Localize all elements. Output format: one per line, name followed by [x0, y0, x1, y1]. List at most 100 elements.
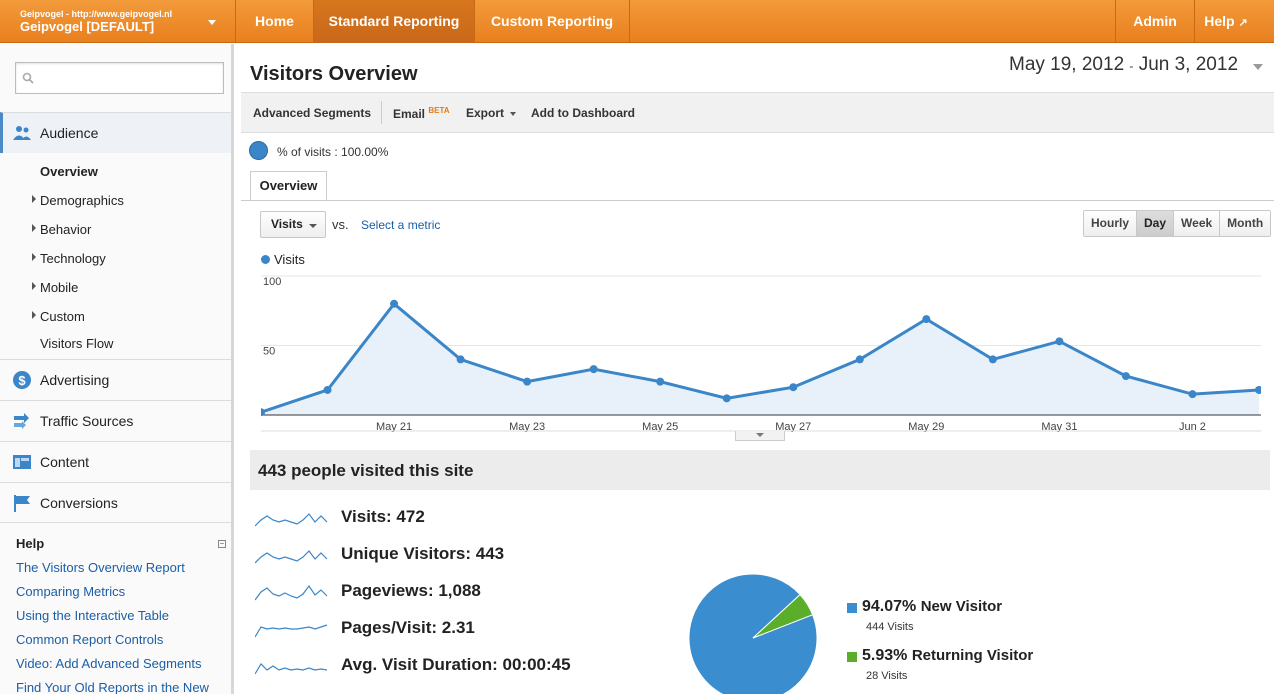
chevron-down-icon	[208, 20, 216, 25]
nav-tab-custom-reporting[interactable]: Custom Reporting	[475, 0, 630, 43]
svg-text:$: $	[18, 373, 26, 388]
chart-collapse-handle[interactable]	[735, 431, 785, 441]
sidebar-item-content[interactable]: Content	[0, 441, 231, 482]
segment-pie-icon	[249, 141, 268, 160]
help-link-report-controls[interactable]: Common Report Controls	[16, 632, 163, 647]
legend-name: Returning Visitor	[911, 647, 1034, 664]
search-icon	[22, 72, 34, 84]
sidebar-subitem-behavior[interactable]: Behavior	[40, 222, 91, 237]
account-selector[interactable]: Geipvogel - http://www.geipvogel.nl Geip…	[0, 0, 236, 43]
expand-triangle-icon	[32, 195, 36, 203]
date-range-picker[interactable]: May 19, 2012 - Jun 3, 2012	[1009, 54, 1263, 81]
sparkline	[255, 663, 328, 675]
granularity-hourly[interactable]: Hourly	[1084, 211, 1138, 236]
visits-line-chart[interactable]: 10050May 21 May 23 May 25 May 27 May 29 May 3…	[261, 272, 1261, 432]
external-link-icon: ↗	[1238, 17, 1248, 29]
export-button[interactable]: Export	[466, 106, 517, 120]
tab-overview[interactable]: Overview	[250, 171, 327, 201]
tab-divider	[241, 200, 1274, 201]
legend-visits: 28 Visits	[866, 670, 908, 682]
chevron-down-icon	[1253, 64, 1263, 70]
data-point	[1121, 372, 1130, 381]
date-start: May 19, 2012	[1009, 54, 1125, 75]
series-area	[261, 303, 1259, 415]
collapse-icon[interactable]: −	[218, 540, 226, 548]
pie-slice[interactable]	[688, 573, 818, 694]
granularity-week[interactable]: Week	[1174, 211, 1221, 236]
x-tick-label: May 31	[1041, 421, 1077, 432]
granularity-month[interactable]: Month	[1220, 211, 1271, 236]
search-input[interactable]	[15, 62, 224, 94]
sidebar-item-audience[interactable]: Audience	[0, 112, 231, 153]
sidebar-item-label: Advertising	[40, 372, 110, 388]
nav-tab-home[interactable]: Home	[236, 0, 314, 43]
metric-label: Pages/Visit: 2.31	[341, 618, 475, 637]
sidebar-item-label: Traffic Sources	[40, 413, 134, 429]
sidebar-subitem-custom[interactable]: Custom	[40, 309, 85, 324]
x-tick-label: May 23	[509, 421, 545, 432]
advanced-segments-button[interactable]: Advanced Segments	[253, 106, 371, 120]
data-point	[456, 355, 465, 364]
sidebar-item-advertising[interactable]: $ Advertising	[0, 359, 231, 400]
summary-header: 443 people visited this site	[250, 450, 1270, 490]
help-link-comparing-metrics[interactable]: Comparing Metrics	[16, 584, 125, 599]
data-point	[656, 377, 665, 386]
help-link[interactable]: Help ↗	[1196, 0, 1256, 43]
data-point	[722, 394, 731, 403]
sidebar-item-conversions[interactable]: Conversions	[0, 482, 231, 523]
email-label: Email	[393, 107, 426, 121]
x-tick-label: May 21	[376, 421, 412, 432]
legend-item: 94.07% New Visitor	[862, 598, 1002, 616]
nav-tab-standard-reporting[interactable]: Standard Reporting	[314, 0, 475, 43]
metric-label: Pageviews: 1,088	[341, 581, 481, 600]
granularity-day[interactable]: Day	[1137, 211, 1175, 236]
legend-percent: 94.07%	[862, 598, 917, 615]
email-button[interactable]: Email BETA	[393, 106, 450, 121]
expand-triangle-icon	[32, 282, 36, 290]
top-navigation-bar: Geipvogel - http://www.geipvogel.nl Geip…	[0, 0, 1274, 43]
sparkline	[255, 584, 328, 601]
admin-link[interactable]: Admin	[1115, 0, 1195, 43]
report-toolbar: Advanced Segments Email BETA Export Add …	[241, 92, 1274, 133]
visitor-type-pie-chart[interactable]	[687, 572, 819, 694]
main-content: Visitors Overview May 19, 2012 - Jun 3, …	[237, 44, 1274, 694]
metric-dropdown-label: Visits	[271, 217, 303, 231]
help-link-video-segments[interactable]: Video: Add Advanced Segments	[16, 656, 202, 671]
metric-dropdown[interactable]: Visits	[260, 211, 326, 238]
legend-percent: 5.93%	[862, 647, 908, 664]
data-point	[323, 385, 332, 394]
legend-visits: 444 Visits	[866, 621, 914, 633]
data-point	[1055, 337, 1064, 346]
legend-swatch	[847, 603, 857, 613]
toolbar-divider	[381, 101, 382, 124]
help-title: Help	[16, 536, 45, 551]
select-metric-link[interactable]: Select a metric	[361, 218, 440, 232]
sidebar-item-traffic-sources[interactable]: Traffic Sources	[0, 400, 231, 441]
sparkline	[255, 624, 328, 638]
legend-item: 5.93% Returning Visitor	[862, 647, 1033, 665]
help-link-old-reports[interactable]: Find Your Old Reports in the New	[16, 680, 209, 694]
data-point	[789, 383, 798, 392]
date-end: Jun 3, 2012	[1138, 54, 1239, 75]
chevron-down-icon	[756, 433, 764, 437]
summary-title: 443 people visited this site	[258, 461, 474, 480]
x-tick-label: Jun 2	[1179, 421, 1206, 432]
sidebar-subitem-overview[interactable]: Overview	[40, 164, 98, 179]
export-label: Export	[466, 106, 505, 120]
sidebar-subitem-technology[interactable]: Technology	[40, 251, 106, 266]
arrows-icon	[14, 413, 29, 429]
add-to-dashboard-button[interactable]: Add to Dashboard	[531, 106, 635, 120]
sidebar-subitem-mobile[interactable]: Mobile	[40, 280, 78, 295]
sparkline	[255, 513, 328, 527]
sidebar-item-label: Audience	[40, 125, 99, 141]
help-link-interactive-table[interactable]: Using the Interactive Table	[16, 608, 169, 623]
legend-swatch	[847, 652, 857, 662]
sidebar-subitem-demographics[interactable]: Demographics	[40, 193, 124, 208]
chevron-down-icon	[510, 111, 517, 116]
help-link-visitors-overview[interactable]: The Visitors Overview Report	[16, 560, 185, 575]
expand-triangle-icon	[32, 224, 36, 232]
beta-badge: BETA	[428, 106, 450, 115]
legend-name: New Visitor	[920, 598, 1003, 615]
sidebar-subitem-visitors-flow[interactable]: Visitors Flow	[40, 336, 113, 351]
metric-label: Unique Visitors: 443	[341, 544, 505, 563]
